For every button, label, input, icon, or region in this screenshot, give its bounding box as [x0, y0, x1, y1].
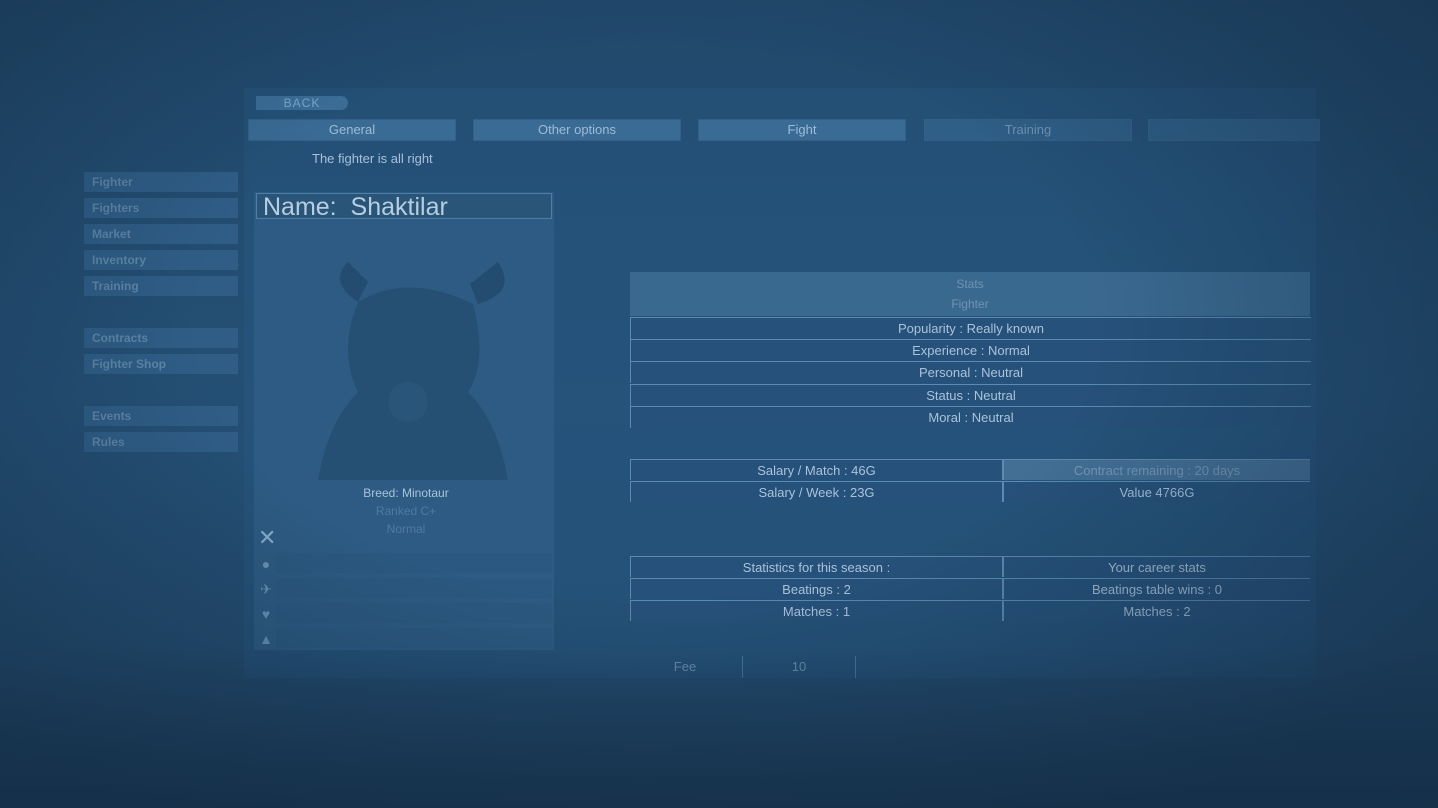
- season-beatings: Beatings : 2: [630, 578, 1004, 599]
- sidebar-item-contracts[interactable]: Contracts: [84, 328, 238, 348]
- stats-header-top: Stats: [956, 277, 984, 291]
- skill-row: [276, 553, 552, 573]
- stat-value: Neutral: [971, 410, 1014, 425]
- contract-remaining: Contract remaining : 20 days: [1004, 459, 1310, 480]
- tab-extra[interactable]: [1148, 119, 1320, 141]
- sword-icon: ✈: [260, 581, 272, 597]
- stat-label: Moral :: [928, 410, 969, 425]
- career-stats-header: Your career stats: [1004, 556, 1310, 577]
- salary-match: Salary / Match : 46G: [630, 459, 1004, 480]
- fighter-name: Shaktilar: [350, 193, 448, 221]
- fee-label: Fee: [673, 659, 697, 674]
- stat-label: Status :: [926, 388, 971, 403]
- stat-row-experience: Experience : Normal: [630, 339, 1311, 361]
- season-matches: Matches : 1: [630, 600, 1004, 621]
- tab-other-options[interactable]: Other options: [473, 119, 681, 141]
- tab-general[interactable]: General: [248, 119, 456, 141]
- stat-value: Normal: [987, 343, 1030, 358]
- stat-row-status: Status : Neutral: [630, 384, 1311, 406]
- salary-week: Salary / Week : 23G: [630, 481, 1004, 502]
- fighter-condition: Normal: [386, 522, 426, 536]
- fighter-breed-line: Breed: Minotaur: [260, 486, 552, 500]
- skill-row: [276, 578, 552, 598]
- stats-header: Stats Fighter: [630, 272, 1310, 316]
- heart-icon: ♥: [261, 606, 271, 622]
- stat-row-personal: Personal : Neutral: [630, 361, 1311, 383]
- sidebar-item-events[interactable]: Events: [84, 406, 238, 426]
- sidebar-item-fighters[interactable]: Fighters: [84, 198, 238, 218]
- boot-icon: ▲: [259, 631, 273, 647]
- fee-input[interactable]: 10: [742, 656, 856, 678]
- career-matches: Matches : 2: [1004, 600, 1310, 621]
- stats-header-sub: Fighter: [951, 297, 989, 311]
- status-message: The fighter is all right: [312, 151, 433, 166]
- fighter-rank: Ranked C+: [375, 504, 437, 518]
- skill-row: [276, 603, 552, 623]
- stat-label: Personal :: [918, 365, 978, 380]
- career-beatings: Beatings table wins : 0: [1004, 578, 1310, 599]
- stat-value: Neutral: [981, 365, 1024, 380]
- stat-label: Popularity :: [898, 321, 964, 336]
- fighter-name-box: Name: Shaktilar: [256, 193, 552, 221]
- sidebar-item-fighter-shop[interactable]: Fighter Shop: [84, 354, 238, 374]
- season-stats-header: Statistics for this season :: [630, 556, 1004, 577]
- skill-row: [276, 628, 552, 648]
- sidebar-item-market[interactable]: Market: [84, 224, 238, 244]
- name-label: Name:: [263, 193, 337, 221]
- stat-value: Really known: [966, 321, 1044, 336]
- sidebar-item-rules[interactable]: Rules: [84, 432, 238, 452]
- tab-training[interactable]: Training: [924, 119, 1132, 141]
- stat-row-moral: Moral : Neutral: [630, 406, 1311, 428]
- fighter-value: Value 4766G: [1004, 481, 1310, 502]
- stat-row-popularity: Popularity : Really known: [630, 317, 1311, 339]
- close-icon[interactable]: ✕: [258, 527, 276, 549]
- sidebar-item-fighter[interactable]: Fighter: [84, 172, 238, 192]
- fighter-portrait: [258, 222, 550, 480]
- breed-label: Breed:: [363, 486, 399, 500]
- shield-icon: ●: [261, 556, 271, 572]
- stat-value: Neutral: [973, 388, 1016, 403]
- stat-label: Experience :: [912, 343, 985, 358]
- tab-fight[interactable]: Fight: [698, 119, 906, 141]
- sidebar-item-inventory[interactable]: Inventory: [84, 250, 238, 270]
- sidebar-item-training[interactable]: Training: [84, 276, 238, 296]
- breed-value: Minotaur: [402, 486, 449, 500]
- back-button[interactable]: BACK: [256, 96, 348, 110]
